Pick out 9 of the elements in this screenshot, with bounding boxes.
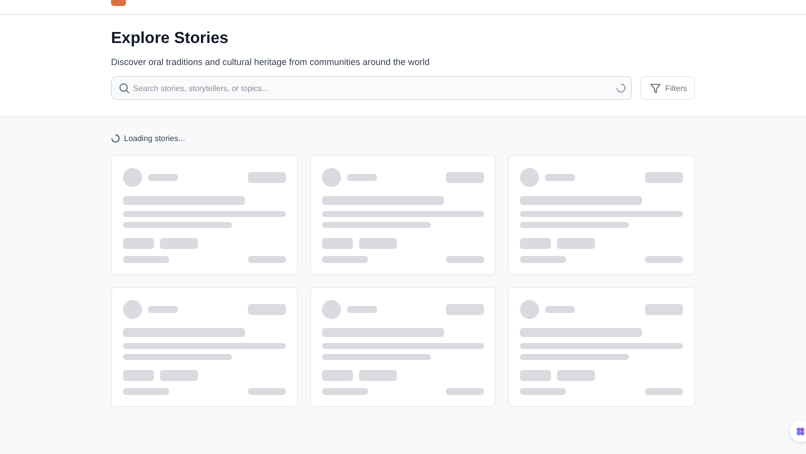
flower-icon — [796, 426, 805, 436]
page-title: Explore Stories — [111, 30, 230, 48]
filter-icon — [650, 82, 662, 94]
loading-text: Loading stories... — [124, 134, 185, 142]
page-subtitle: Discover oral traditions and cultural heritage from communities around the world — [111, 56, 431, 68]
assistant-button[interactable] — [790, 420, 806, 442]
filters-button[interactable]: Filters — [640, 76, 695, 100]
loading-spinner-icon — [111, 134, 120, 142]
search-field[interactable]: Search stories, storytellers, or topics... — [111, 76, 632, 100]
